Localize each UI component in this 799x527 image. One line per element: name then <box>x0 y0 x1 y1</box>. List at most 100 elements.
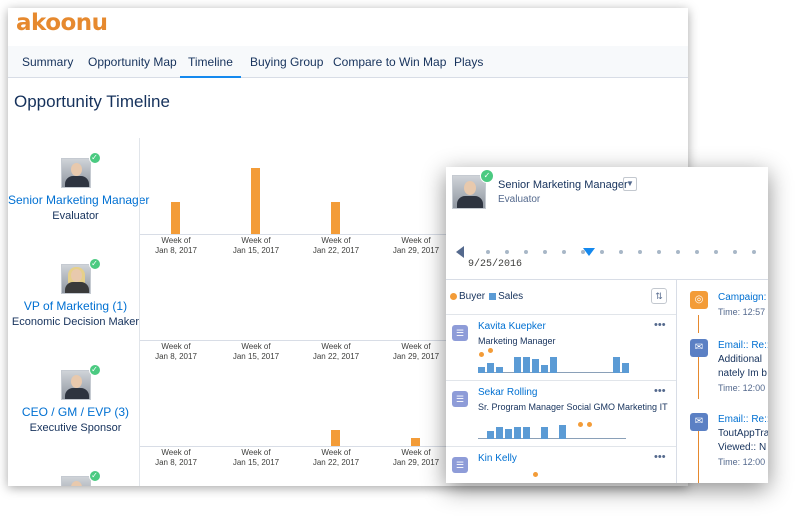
activity-connector <box>698 357 699 399</box>
activity-subject-cont: Viewed:: N <box>718 442 767 453</box>
more-icon[interactable]: ••• <box>654 451 666 463</box>
legend-buyer: Buyer <box>459 291 486 302</box>
tab-bar: Summary Opportunity Map Timeline Buying … <box>8 46 688 78</box>
contact-card[interactable]: ☰ Kin Kelly ••• <box>446 446 676 483</box>
week-label: Week of Jan 8, 2017 <box>155 448 197 467</box>
sales-activity-bar <box>550 357 557 373</box>
persona-ceo-gm-evp: ✓ CEO / GM / EVP (3) Executive Sponsor <box>8 364 143 434</box>
tab-plays[interactable]: Plays <box>454 46 483 78</box>
sales-activity-bar <box>559 425 566 439</box>
contact-card-icon: ☰ <box>452 457 468 473</box>
activity-time: Time: 12:00 <box>718 383 766 393</box>
akoonu-logo[interactable]: akoonu <box>16 10 108 36</box>
timeline-dot[interactable] <box>733 250 737 254</box>
contact-title: Sr. Program Manager Social GMO Marketing… <box>478 402 668 412</box>
week-label: Week of Jan 29, 2017 <box>392 236 440 255</box>
buyer-activity-dot <box>479 352 484 357</box>
contact-name[interactable]: Kin Kelly <box>478 453 517 464</box>
contact-card-icon: ☰ <box>452 391 468 407</box>
check-icon: ✓ <box>88 152 101 164</box>
activity-title[interactable]: Email:: Re:: <box>718 413 768 427</box>
timeline-dot[interactable] <box>714 250 718 254</box>
contact-card[interactable]: ☰ Kavita Kuepker Marketing Manager ••• <box>446 314 676 378</box>
timeline-dot[interactable] <box>543 250 547 254</box>
timeline-dot[interactable] <box>695 250 699 254</box>
timeline-dot[interactable] <box>600 250 604 254</box>
divider <box>446 279 768 280</box>
sales-activity-bar <box>505 429 512 439</box>
persona-title[interactable]: Senior Marketing Manager <box>8 193 149 207</box>
sales-activity-bar <box>496 367 503 373</box>
refresh-icon[interactable]: ⇅ <box>651 288 667 304</box>
contact-name[interactable]: Sekar Rolling <box>478 387 537 398</box>
timeline-dot[interactable] <box>524 250 528 254</box>
persona-senior-marketing-manager: ✓ Senior Marketing Manager Evaluator <box>8 152 149 222</box>
contact-activity-sparkline <box>478 415 668 439</box>
avatar <box>60 264 91 294</box>
week-label: Week of Jan 22, 2017 <box>312 236 360 255</box>
week-label: Week of Jan 29, 2017 <box>392 448 440 467</box>
timeline-dot[interactable] <box>562 250 566 254</box>
chevron-left-icon[interactable] <box>456 246 464 258</box>
contact-title: Marketing Manager <box>478 336 556 346</box>
activity-bar[interactable] <box>251 168 260 234</box>
activity-title[interactable]: Email:: Re:: <box>718 339 768 353</box>
contact-card[interactable]: ☰ Sekar Rolling Sr. Program Manager Soci… <box>446 380 676 444</box>
buyer-activity-dot <box>488 348 493 353</box>
activity-subject-cont: nately Im b <box>718 368 767 379</box>
tab-timeline[interactable]: Timeline <box>180 46 241 78</box>
sales-activity-bar <box>487 363 494 373</box>
more-icon[interactable]: ••• <box>654 319 666 331</box>
persona-clipped: ✓ <box>8 470 143 486</box>
sales-activity-bar <box>532 359 539 373</box>
tab-opportunity-map[interactable]: Opportunity Map <box>88 46 177 78</box>
sales-activity-bar <box>523 357 530 373</box>
activity-time: Time: 12:57 <box>718 307 766 317</box>
week-label: Week of Jan 8, 2017 <box>155 236 197 255</box>
activity-bar[interactable] <box>331 430 340 446</box>
chevron-down-icon[interactable]: ▼ <box>623 177 637 191</box>
check-icon: ✓ <box>480 169 494 183</box>
selected-date-marker[interactable] <box>583 248 595 256</box>
activity-bar[interactable] <box>171 202 180 234</box>
page-title: Opportunity Timeline <box>14 92 170 111</box>
persona-title[interactable]: CEO / GM / EVP (3) <box>8 405 143 419</box>
contact-activity-sparkline <box>478 348 668 373</box>
timeline-dot[interactable] <box>752 250 756 254</box>
contact-card-icon: ☰ <box>452 325 468 341</box>
activity-subject: Additional <box>718 354 762 365</box>
buyer-legend-swatch <box>450 292 457 300</box>
legend: Buyer Sales <box>450 291 523 302</box>
activity-subject: ToutAppTra <box>718 428 768 439</box>
persona-role: Economic Decision Maker <box>11 316 140 328</box>
timeline-dot[interactable] <box>486 250 490 254</box>
contact-name[interactable]: Kavita Kuepker <box>478 321 546 332</box>
week-label: Week of Jan 22, 2017 <box>312 342 360 361</box>
legend-sales: Sales <box>498 291 524 302</box>
timeline-dot[interactable] <box>638 250 642 254</box>
timeline-dot[interactable] <box>657 250 661 254</box>
buyer-activity-dot <box>578 422 583 427</box>
timeline-dot[interactable] <box>619 250 623 254</box>
activity-title[interactable]: Campaign: <box>718 291 766 305</box>
persona-title[interactable]: VP of Marketing (1) <box>8 299 143 313</box>
activity-time: Time: 12:00 <box>718 457 766 467</box>
selected-date: 9/25/2016 <box>468 259 523 270</box>
sales-activity-bar <box>478 367 485 373</box>
sales-activity-bar <box>487 431 494 439</box>
avatar <box>60 158 91 188</box>
tab-buying-group[interactable]: Buying Group <box>250 46 323 78</box>
buyer-activity-dot <box>587 422 592 427</box>
week-label: Week of Jan 15, 2017 <box>232 342 280 361</box>
timeline-dot[interactable] <box>505 250 509 254</box>
mini-timeline[interactable] <box>456 245 768 259</box>
sales-activity-bar <box>514 357 521 373</box>
sales-activity-bar <box>541 365 548 373</box>
activity-bar[interactable] <box>411 438 420 446</box>
more-icon[interactable]: ••• <box>654 385 666 397</box>
timeline-dot[interactable] <box>676 250 680 254</box>
activity-bar[interactable] <box>331 202 340 234</box>
tab-compare-to-win-map[interactable]: Compare to Win Map <box>333 46 446 78</box>
email-icon: ✉ <box>690 413 708 431</box>
tab-summary[interactable]: Summary <box>22 46 73 78</box>
